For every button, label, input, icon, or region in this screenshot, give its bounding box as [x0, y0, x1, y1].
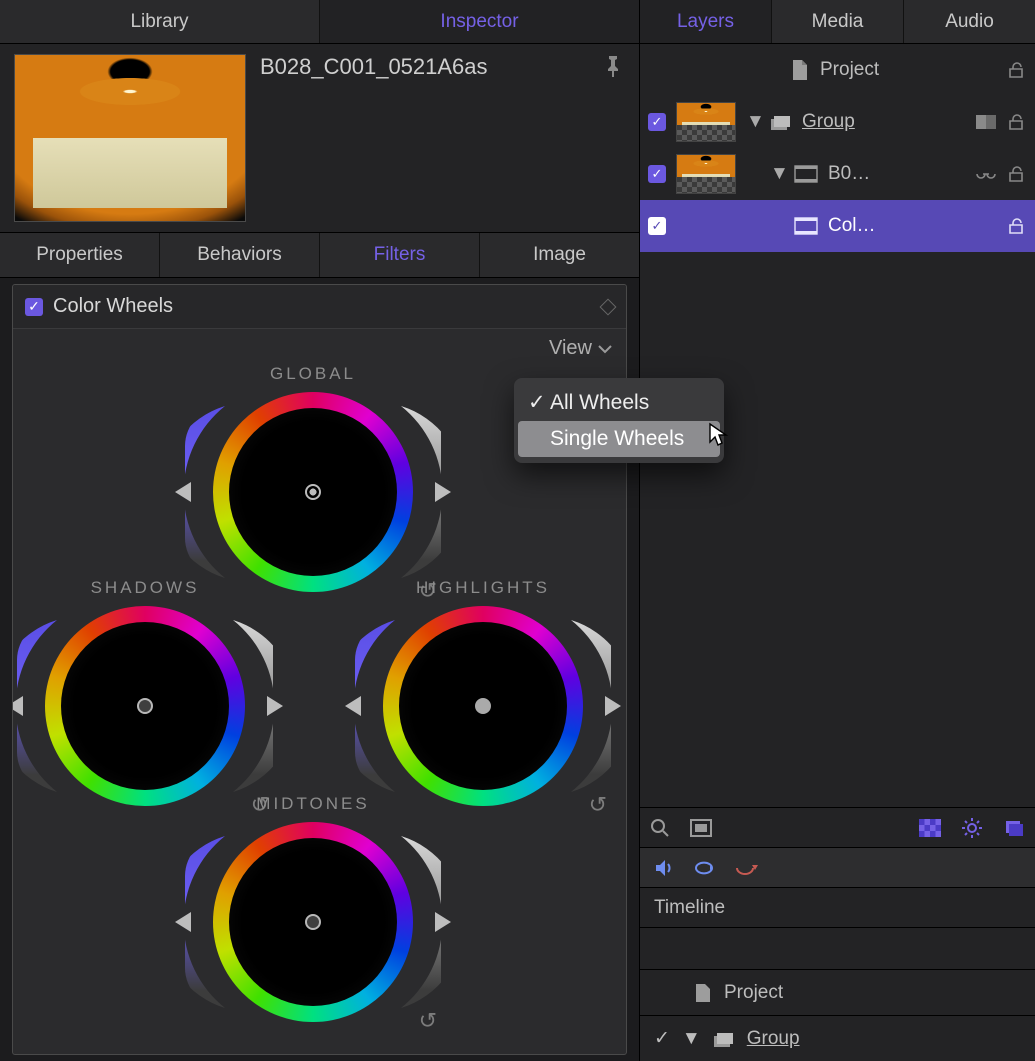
keyframe-diamond-icon[interactable] [600, 298, 617, 315]
search-icon[interactable] [650, 818, 670, 838]
subtab-behaviors[interactable]: Behaviors [159, 233, 319, 277]
clip-layer-name: B0… [828, 163, 965, 185]
lock-icon[interactable] [1007, 113, 1027, 131]
layer-row-clip[interactable]: ✓ ▼ B0… [640, 148, 1035, 200]
midtones-sat-handle[interactable] [175, 912, 191, 932]
clip-thumbnail-mini [676, 154, 736, 194]
view-menu-popup: ✓ All Wheels Single Wheels [514, 378, 724, 463]
pin-icon[interactable] [605, 54, 625, 222]
view-menu-single-label: Single Wheels [550, 427, 684, 451]
disclosure-triangle-icon[interactable]: ▼ [770, 163, 784, 185]
timeline-header: Timeline [640, 887, 1035, 927]
highlights-sat-handle[interactable] [345, 696, 361, 716]
record-icon[interactable] [734, 859, 758, 877]
view-menu-button[interactable]: View [13, 329, 626, 360]
midtones-color-wheel[interactable]: ↺ [213, 822, 413, 1022]
global-bright-handle[interactable] [435, 482, 451, 502]
stack-icon[interactable] [1003, 818, 1025, 838]
timeline-project-name: Project [724, 982, 783, 1004]
tab-inspector[interactable]: Inspector [319, 0, 639, 43]
enable-filter-checkbox[interactable]: ✓ [25, 298, 43, 316]
global-sat-handle[interactable] [175, 482, 191, 502]
shadows-color-wheel[interactable]: ↺ [45, 606, 245, 806]
frame-icon[interactable] [690, 819, 712, 837]
highlights-color-wheel[interactable]: ↺ [383, 606, 583, 806]
timeline-group-name[interactable]: Group [747, 1028, 800, 1050]
view-menu-all-label: All Wheels [550, 391, 649, 415]
highlights-wheel-control[interactable] [475, 698, 491, 714]
highlights-reset-icon[interactable]: ↺ [589, 792, 607, 818]
midtones-bright-handle[interactable] [435, 912, 451, 932]
midtones-reset-icon[interactable]: ↺ [419, 1008, 437, 1034]
layer-row-group[interactable]: ✓ ▼ Group [640, 96, 1035, 148]
midtones-wheel-control[interactable] [305, 914, 321, 930]
link-icon[interactable] [975, 168, 997, 180]
layer-row-project[interactable]: Project [640, 44, 1035, 96]
chevron-down-icon [598, 344, 612, 354]
group-name[interactable]: Group [802, 111, 965, 133]
layer-row-effect[interactable]: ✓ Col… [640, 200, 1035, 252]
global-wheel-control[interactable] [305, 484, 321, 500]
highlights-bright-handle[interactable] [605, 696, 621, 716]
tab-layers[interactable]: Layers [640, 0, 771, 43]
lock-icon[interactable] [1007, 165, 1027, 183]
pass-through-icon[interactable] [975, 114, 997, 130]
tab-media[interactable]: Media [771, 0, 903, 43]
view-menu-item-single[interactable]: Single Wheels [518, 421, 720, 457]
tab-audio[interactable]: Audio [903, 0, 1035, 43]
global-wheel-label: GLOBAL [213, 364, 413, 384]
disclosure-triangle-icon[interactable]: ▼ [746, 111, 760, 133]
midtones-wheel-label: MIDTONES [213, 794, 413, 814]
group-stack-icon [770, 113, 792, 131]
subtab-filters[interactable]: Filters [319, 233, 479, 277]
filter-title: Color Wheels [53, 295, 602, 318]
lock-icon[interactable] [1007, 217, 1027, 235]
view-label: View [549, 337, 592, 360]
highlights-wheel-label: HIGHLIGHTS [383, 578, 583, 598]
loop-icon[interactable] [692, 860, 716, 876]
clip-thumbnail[interactable] [14, 54, 246, 222]
timeline-row-group[interactable]: ✓ ▼ Group [640, 1015, 1035, 1061]
checkmark-icon: ✓ [528, 390, 550, 415]
project-name: Project [820, 59, 997, 81]
visibility-checkbox[interactable]: ✓ [654, 1027, 670, 1050]
tab-library[interactable]: Library [0, 0, 319, 43]
shadows-bright-handle[interactable] [267, 696, 283, 716]
subtab-properties[interactable]: Properties [0, 233, 159, 277]
visibility-checkbox[interactable]: ✓ [648, 217, 666, 235]
shadows-sat-handle[interactable] [12, 696, 23, 716]
subtab-image[interactable]: Image [479, 233, 639, 277]
visibility-checkbox[interactable]: ✓ [648, 113, 666, 131]
group-thumbnail [676, 102, 736, 142]
timeline-row-project[interactable]: Project [640, 969, 1035, 1015]
group-stack-icon [713, 1030, 735, 1048]
filmstrip-icon [794, 165, 818, 183]
lock-icon[interactable] [1007, 61, 1027, 79]
project-icon [790, 59, 810, 81]
effect-layer-name: Col… [828, 215, 997, 237]
global-color-wheel[interactable]: ↺ [213, 392, 413, 592]
checker-icon[interactable] [919, 819, 941, 837]
gear-icon[interactable] [961, 817, 983, 839]
disclosure-triangle-icon[interactable]: ▼ [682, 1028, 701, 1050]
project-icon [694, 983, 712, 1003]
view-menu-item-all[interactable]: ✓ All Wheels [514, 384, 724, 421]
shadows-wheel-control[interactable] [137, 698, 153, 714]
clip-name: B028_C001_0521A6as [260, 54, 591, 222]
cursor-icon [708, 422, 730, 448]
shadows-wheel-label: SHADOWS [45, 578, 245, 598]
filter-filmstrip-icon [794, 217, 818, 235]
speaker-icon[interactable] [654, 859, 674, 877]
visibility-checkbox[interactable]: ✓ [648, 165, 666, 183]
